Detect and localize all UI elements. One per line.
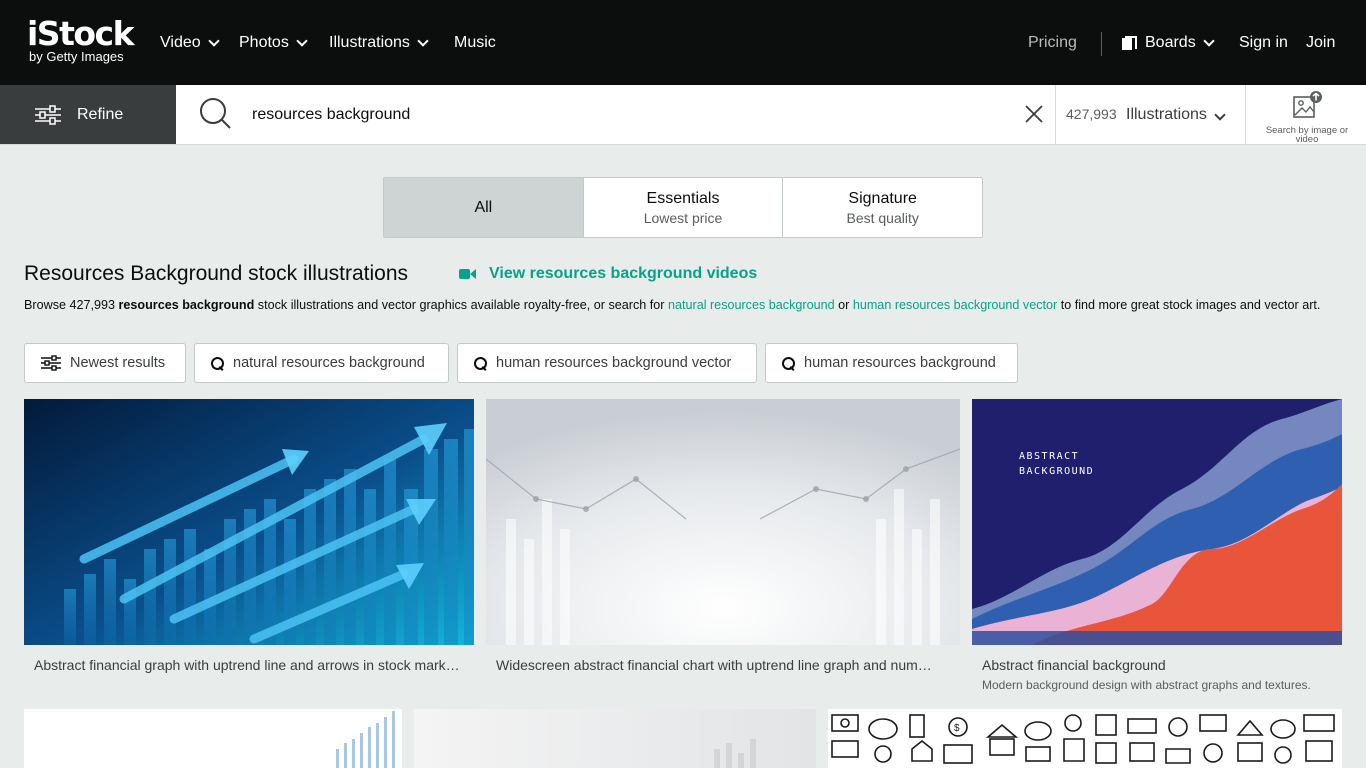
- chevron-down-icon: [207, 34, 220, 47]
- chevron-down-icon: [296, 34, 308, 47]
- chevron-down-icon: [1214, 109, 1226, 121]
- tab-all-label: All: [474, 198, 493, 216]
- nav-photos-label: Photos: [239, 34, 289, 51]
- image-upload-icon: [1293, 91, 1322, 118]
- search-divider: [1055, 85, 1056, 144]
- desc-text: Browse 427,993: [24, 298, 119, 312]
- top-navigation-bar: iStock by Getty Images Video Photos Illu…: [0, 0, 1366, 85]
- nav-video-label: Video: [160, 34, 201, 51]
- boards-label: Boards: [1145, 34, 1196, 51]
- nav-video[interactable]: Video: [160, 34, 220, 52]
- financial-graph-thumbnail: [24, 399, 474, 645]
- result-image[interactable]: [24, 399, 474, 645]
- abstract-background-thumbnail: ABSTRACT BACKGROUND: [972, 399, 1342, 645]
- asset-type-label: Illustrations: [1126, 106, 1207, 123]
- istock-logo[interactable]: iStock by Getty Images: [27, 14, 135, 64]
- boards-menu[interactable]: Boards: [1122, 34, 1215, 52]
- license-tabs: All Essentials Lowest price Signature Be…: [383, 177, 983, 238]
- result-image[interactable]: ABSTRACT BACKGROUND: [972, 399, 1342, 645]
- nav-divider: [1101, 32, 1102, 56]
- sliders-icon: [35, 105, 61, 125]
- tab-essentials[interactable]: Essentials Lowest price: [584, 178, 784, 237]
- desc-text: or: [834, 298, 853, 312]
- chip-label: human resources background: [804, 355, 996, 371]
- search-icon: [474, 356, 487, 370]
- tab-signature[interactable]: Signature Best quality: [783, 178, 982, 237]
- desc-keyword: resources background: [118, 298, 255, 312]
- tab-signature-sub: Best quality: [846, 209, 919, 226]
- chip-label: human resources background vector: [496, 355, 732, 371]
- nav-music-label: Music: [454, 34, 496, 51]
- results-description: Browse 427,993 resources background stoc…: [24, 297, 1344, 314]
- financial-chart-thumbnail: [486, 399, 960, 645]
- chart-thumbnail: [414, 709, 816, 768]
- finance-icons-pattern-thumbnail: $: [828, 709, 1342, 768]
- result-image[interactable]: [24, 709, 402, 768]
- desc-text: stock illustrations and vector graphics …: [254, 298, 668, 312]
- result-image[interactable]: $: [828, 709, 1342, 768]
- result-image[interactable]: [486, 399, 960, 645]
- related-search-chip[interactable]: human resources background vector: [457, 343, 757, 383]
- refine-label: Refine: [77, 106, 124, 123]
- join-link[interactable]: Join: [1306, 34, 1335, 52]
- image-subcaption: Modern background design with abstract g…: [982, 678, 1311, 692]
- search-icon: [211, 356, 224, 370]
- result-image[interactable]: [414, 709, 816, 768]
- search-by-image-button[interactable]: Search by image or video: [1262, 91, 1352, 144]
- view-videos-label: View resources background videos: [489, 265, 758, 282]
- chevron-down-icon: [1203, 34, 1215, 47]
- sign-in-link[interactable]: Sign in: [1239, 34, 1288, 52]
- close-icon[interactable]: [1024, 104, 1044, 124]
- search-divider: [1245, 85, 1246, 144]
- search-by-image-label: Search by image or video: [1265, 125, 1349, 145]
- nav-music[interactable]: Music: [454, 34, 496, 52]
- asset-type-dropdown[interactable]: Illustrations: [1126, 106, 1226, 124]
- tab-essentials-label: Essentials: [646, 189, 720, 207]
- tab-signature-label: Signature: [848, 189, 917, 207]
- search-icon: [782, 356, 795, 370]
- chip-label: Newest results: [70, 355, 166, 371]
- refine-button[interactable]: Refine: [0, 85, 176, 144]
- nav-illustrations-label: Illustrations: [329, 34, 410, 51]
- chevron-down-icon: [417, 34, 429, 47]
- overlay-text-line-1: ABSTRACT: [1019, 451, 1079, 462]
- desc-text: to find more great stock images and vect…: [1057, 298, 1321, 312]
- nav-illustrations[interactable]: Illustrations: [329, 34, 429, 52]
- search-icon[interactable]: [198, 97, 232, 131]
- result-count: 427,993: [1066, 106, 1117, 122]
- sliders-icon: [41, 355, 61, 371]
- image-caption[interactable]: Abstract financial background: [982, 657, 1332, 673]
- image-caption[interactable]: Abstract financial graph with uptrend li…: [34, 657, 462, 673]
- related-search-link[interactable]: human resources background vector: [853, 298, 1057, 312]
- newest-results-chip[interactable]: Newest results: [24, 343, 186, 383]
- overlay-text-line-2: BACKGROUND: [1019, 466, 1094, 477]
- image-caption[interactable]: Widescreen abstract financial chart with…: [496, 657, 938, 673]
- related-search-link[interactable]: natural resources background: [668, 298, 835, 312]
- logo-wordmark: iStock: [27, 14, 135, 53]
- search-input[interactable]: [252, 101, 992, 129]
- related-search-chip[interactable]: human resources background: [765, 343, 1018, 383]
- sign-in-label: Sign in: [1239, 34, 1288, 51]
- tab-all[interactable]: All: [384, 178, 584, 237]
- search-bar: Refine 427,993 Illustrations Search by i…: [0, 85, 1366, 145]
- svg-text:$: $: [954, 723, 960, 734]
- pricing-label: Pricing: [1028, 34, 1077, 51]
- chip-label: natural resources background: [233, 355, 425, 371]
- view-videos-link[interactable]: View resources background videos: [459, 265, 757, 283]
- nav-photos[interactable]: Photos: [239, 34, 308, 52]
- logo-tagline: by Getty Images: [29, 49, 124, 64]
- video-camera-icon: [459, 268, 477, 280]
- page-title: Resources Background stock illustrations: [24, 262, 409, 285]
- boards-icon: [1122, 36, 1137, 50]
- chart-thumbnail: [24, 709, 402, 768]
- tab-essentials-sub: Lowest price: [643, 209, 723, 226]
- join-label: Join: [1306, 34, 1336, 51]
- pricing-link[interactable]: Pricing: [1028, 34, 1077, 52]
- related-search-chip[interactable]: natural resources background: [194, 343, 449, 383]
